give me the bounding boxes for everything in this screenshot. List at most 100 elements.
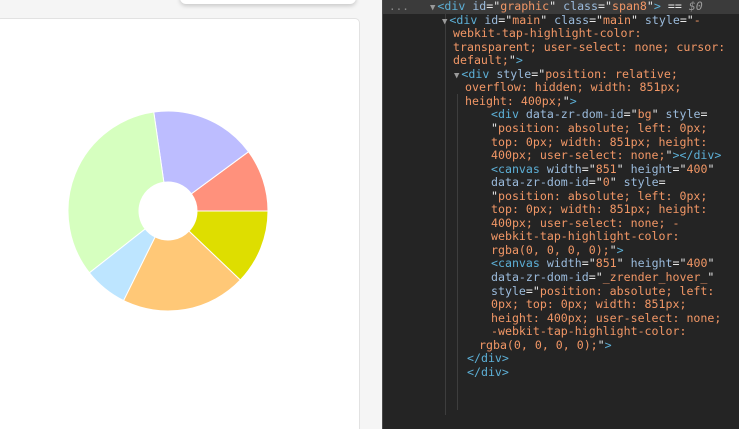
dom-token: " (616, 256, 631, 271)
dom-token: > (616, 242, 624, 257)
dom-token: =" (581, 256, 596, 271)
dom-token: <div (437, 0, 473, 13)
dom-token: > (604, 337, 612, 352)
dom-token: style (644, 12, 680, 27)
dom-token: <div (449, 12, 485, 27)
expand-arrow-icon[interactable]: ▼ (454, 71, 459, 81)
dt-line-c1-2[interactable]: data-zr-dom-id="_zrender_hover_" (491, 270, 715, 285)
dt-line-bg-1[interactable]: <div data-zr-dom-id="bg" style= (491, 108, 707, 122)
dom-token: webkit-tap-highlight-color: (453, 26, 642, 41)
dom-token: position: absolute; left: 0px; (497, 120, 708, 135)
dt-line-c0-3[interactable]: "position: absolute; left: 0px; (491, 188, 708, 204)
dom-token: =" (589, 12, 604, 27)
dt-line-c1-1[interactable]: <canvas width="851" height="400" (491, 257, 714, 271)
dom-token: =" (486, 0, 501, 13)
dom-token: <div (461, 66, 497, 81)
dt-line-rel-3[interactable]: height: 400px;"> (465, 93, 577, 109)
dt-line-rel-2[interactable]: overflow: hidden; width: 851px; (465, 80, 681, 95)
dom-token: =" (672, 161, 687, 176)
dom-token: $0 (688, 0, 703, 13)
dt-line-main-4[interactable]: default;"> (453, 53, 523, 68)
dom-token: style (665, 107, 701, 122)
dom-token: > (569, 93, 577, 108)
dom-token: " (609, 175, 624, 190)
dom-token: " (707, 270, 715, 284)
dom-token: " (597, 337, 605, 352)
dom-token: width (546, 161, 582, 176)
dom-token: ></div> (672, 148, 722, 163)
dom-token: " (562, 93, 570, 108)
dom-token: " (609, 242, 617, 257)
dom-token: -webkit-tap-highlight-color: (491, 324, 687, 339)
indent-guide (457, 94, 458, 410)
chart-card (0, 18, 360, 429)
dom-token: - (693, 12, 701, 27)
dom-token: span8 (611, 0, 647, 13)
dom-token: =" (581, 161, 596, 176)
dom-token: 0px; top: 0px; width: 851px; (491, 297, 687, 312)
dom-token: =" (598, 0, 612, 13)
dt-line-main-2[interactable]: webkit-tap-highlight-color: (453, 26, 642, 41)
dom-token: style (491, 283, 526, 298)
dom-token: height: 400px; (465, 93, 563, 108)
gutter-ellipsis[interactable]: ... (389, 0, 409, 14)
dom-token: 0 (602, 175, 610, 190)
dom-token: == (660, 0, 689, 13)
dom-token: class (554, 12, 590, 27)
dom-token: = (658, 175, 666, 190)
dom-token: data-zr-dom-id (491, 270, 589, 284)
dom-token: graphic (500, 0, 550, 13)
dom-token: top: 0px; width: 851px; height: (491, 202, 708, 217)
dom-token: =" (525, 283, 540, 298)
dom-token: =" (588, 175, 603, 190)
dom-token: height (630, 256, 673, 271)
dt-line-c0-7[interactable]: rgba(0, 0, 0, 0);"> (491, 242, 624, 258)
dt-line-bg-4[interactable]: 400px; user-select: none;"></div> (491, 148, 722, 163)
dt-line-c0-5[interactable]: 400px; user-select: none; - (491, 216, 679, 231)
dom-token: = (700, 107, 708, 122)
dom-token: " (549, 0, 564, 13)
dom-token: id (472, 0, 487, 13)
dt-line-c0-4[interactable]: top: 0px; width: 851px; height: (491, 202, 708, 217)
top-bar-edge (180, 0, 356, 4)
dom-token: position: absolute; left: 0px; (497, 188, 708, 203)
dom-token: =" (498, 12, 513, 27)
dt-line-c0-1[interactable]: <canvas width="851" height="400" (491, 161, 715, 177)
dom-token: " (491, 120, 498, 135)
dom-token: id (484, 12, 499, 27)
dom-token: " (508, 53, 516, 68)
dt-line-close-rel[interactable]: </div> (467, 351, 509, 366)
devtools-elements-panel[interactable]: ... ▼ <div id="graphic" class="span8"> ==… (383, 0, 739, 429)
dom-token: </div> (467, 351, 509, 366)
dom-token: width (546, 256, 582, 271)
dom-token: =" (672, 256, 687, 271)
dom-token: " (707, 161, 715, 176)
dom-token: =" (531, 66, 546, 81)
dt-line-c0-2[interactable]: data-zr-dom-id="0" style= (491, 175, 666, 190)
dt-line-bg-3[interactable]: top: 0px; width: 851px; height: (491, 134, 708, 150)
dom-token: " (651, 107, 666, 122)
dom-token: <canvas (491, 161, 547, 176)
dt-line-c1-5[interactable]: height: 400px; user-select: none; (491, 311, 721, 326)
dom-token: top: 0px; width: 851px; height: (491, 134, 708, 149)
expand-arrow-icon[interactable]: ▼ (430, 3, 435, 13)
dt-line-close-main[interactable]: </div> (467, 365, 509, 380)
dom-token: main (512, 12, 541, 27)
dom-token: > (653, 0, 661, 13)
dom-token: 851 (595, 161, 617, 176)
dt-line-c0-6[interactable]: webkit-tap-highlight-color: (491, 230, 679, 244)
dom-token: position: relative; (545, 66, 678, 81)
dt-line-main-3[interactable]: transparent; user-select: none; cursor: (453, 39, 726, 55)
dt-line-bg-2[interactable]: "position: absolute; left: 0px; (491, 120, 708, 136)
dt-line-c1-7[interactable]: rgba(0, 0, 0, 0);"> (479, 337, 612, 353)
expand-arrow-icon[interactable]: ▼ (442, 17, 447, 27)
dt-line-c1-3[interactable]: style="position: absolute; left: (491, 283, 714, 299)
donut-chart[interactable] (0, 19, 359, 429)
dom-token: " (707, 256, 715, 271)
dt-line-c1-6[interactable]: -webkit-tap-highlight-color: (491, 324, 687, 339)
dt-line-c1-4[interactable]: 0px; top: 0px; width: 851px; (491, 297, 687, 312)
dom-token: data-zr-dom-id (491, 175, 589, 190)
dom-token: _zrender_hover_ (602, 270, 708, 284)
dom-token: <canvas (491, 256, 547, 271)
dom-token: transparent; user-select: none; cursor: (453, 39, 726, 54)
